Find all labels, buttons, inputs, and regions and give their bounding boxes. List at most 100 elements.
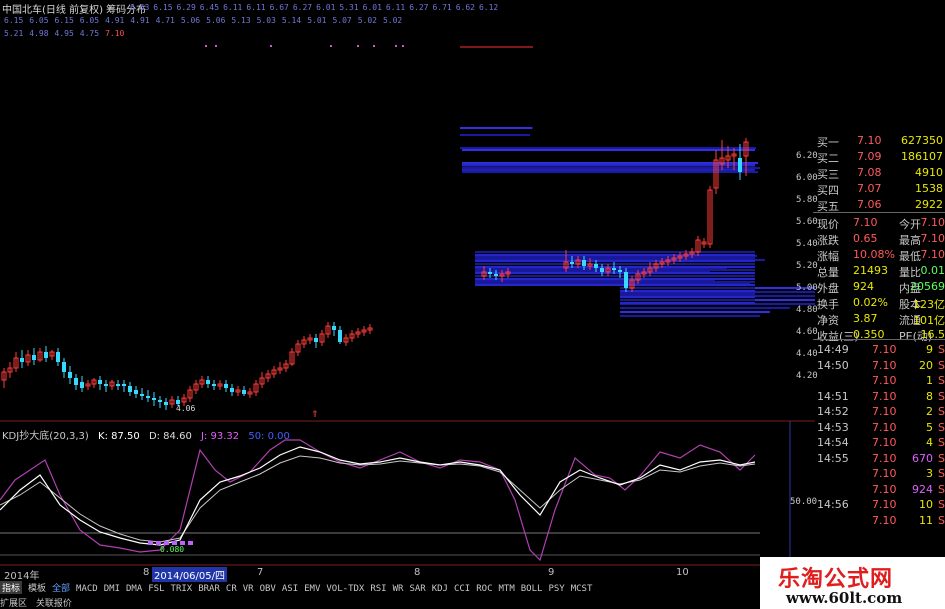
bid-volume: 2922 xyxy=(915,198,943,211)
tab-rsi[interactable]: RSI xyxy=(370,584,386,594)
tab-cr[interactable]: CR xyxy=(226,584,237,594)
bid-volume: 1538 xyxy=(915,182,943,195)
bid-row[interactable]: 买五 7.06 2922 xyxy=(815,197,945,213)
tab-dma[interactable]: DMA xyxy=(126,584,142,594)
tab-roc[interactable]: ROC xyxy=(476,584,492,594)
tab-sar[interactable]: SAR xyxy=(409,584,425,594)
tab-obv[interactable]: OBV xyxy=(260,584,276,594)
tab-brar[interactable]: BRAR xyxy=(198,584,220,594)
tick-volume: 3 xyxy=(926,467,933,480)
tick-side: S xyxy=(938,405,945,418)
bid-row[interactable]: 买四 7.07 1538 xyxy=(815,181,945,197)
candle-body xyxy=(618,270,622,272)
tick-row: 14:56 7.10 10 S xyxy=(815,498,945,513)
kdj-name: KDJ抄大底(20,3,3) xyxy=(2,431,89,442)
date-year: 2014年 xyxy=(4,571,40,582)
bid-row[interactable]: 买一 7.10 627350 xyxy=(815,133,945,149)
tick-price: 7.10 xyxy=(872,405,897,418)
candle-body xyxy=(68,372,72,378)
candle-body xyxy=(128,386,132,392)
tab-全部[interactable]: 全部 xyxy=(52,581,70,594)
related-quotes-button[interactable]: 关联报价 xyxy=(36,599,72,609)
tick-side: S xyxy=(938,374,945,387)
candle-body xyxy=(140,394,144,396)
bid-volume: 4910 xyxy=(915,166,943,179)
tick-row: 14:50 7.10 20 S xyxy=(815,359,945,374)
candle-body xyxy=(98,380,102,384)
kdj-j-line xyxy=(0,439,756,562)
date-month-10: 10 xyxy=(676,567,689,578)
tick-volume: 8 xyxy=(926,389,933,403)
kdj-header: KDJ抄大底(20,3,3) K: 87.50 D: 84.60 J: 93.3… xyxy=(2,427,296,442)
tab-cci[interactable]: CCI xyxy=(454,584,470,594)
tab-vr[interactable]: VR xyxy=(243,584,254,594)
tick-price: 7.10 xyxy=(872,389,897,403)
stat-row: 涨幅 10.08% 最低 7.10 xyxy=(815,247,945,263)
bid-label: 买二 xyxy=(817,152,839,165)
stat-value: 123亿 xyxy=(913,298,945,311)
candle-body xyxy=(122,384,126,386)
tab-wr[interactable]: WR xyxy=(393,584,404,594)
bid-row[interactable]: 买三 7.08 4910 xyxy=(815,165,945,181)
extension-area-button[interactable]: 扩展区 xyxy=(0,599,27,609)
candle-body xyxy=(164,402,168,405)
date-selected: 2014/06/05/四 xyxy=(152,567,228,582)
tab-emv[interactable]: EMV xyxy=(304,584,320,594)
tab-asi[interactable]: ASI xyxy=(282,584,298,594)
bid-price: 7.10 xyxy=(857,134,882,147)
kline-chart[interactable]: ⇑ xyxy=(0,0,815,580)
candle-body xyxy=(44,352,48,358)
tab-mtm[interactable]: MTM xyxy=(499,584,515,594)
signal-marker xyxy=(373,45,375,47)
tick-side: S xyxy=(938,482,945,496)
tick-time: 14:55 xyxy=(817,451,849,465)
tick-volume: 5 xyxy=(926,420,933,434)
tab-psy[interactable]: PSY xyxy=(548,584,564,594)
tab-kdj[interactable]: KDJ xyxy=(432,584,448,594)
candle-body xyxy=(80,382,84,388)
tab-trix[interactable]: TRIX xyxy=(171,584,193,594)
stat-label: 总量 xyxy=(817,266,839,279)
candle-body xyxy=(600,268,604,272)
stat-value: 7.10 xyxy=(920,216,945,229)
stat-label: 量比 xyxy=(899,266,921,279)
tab-macd[interactable]: MACD xyxy=(76,584,98,594)
tick-price: 7.10 xyxy=(872,467,897,480)
candle-body xyxy=(206,380,210,384)
tick-price: 7.10 xyxy=(872,420,897,434)
kdj-low-label: 0.080 xyxy=(160,545,185,554)
tab-指标[interactable]: 指标 xyxy=(0,581,23,594)
candle-body xyxy=(338,330,342,342)
bid-row[interactable]: 买二 7.09 186107 xyxy=(815,149,945,165)
bid-price: 7.07 xyxy=(857,182,882,195)
bid-price: 7.09 xyxy=(857,150,882,163)
bid-label: 买三 xyxy=(817,168,839,181)
stat-row: 外盘 924 内盘 20569 xyxy=(815,279,945,295)
stat-label: 今开 xyxy=(899,218,921,231)
stat-row: 收益(三) 0.350 PE(动) 16.5 xyxy=(815,327,945,343)
kdj-j-value: J: 93.32 xyxy=(201,431,240,442)
tab-boll[interactable]: BOLL xyxy=(521,584,543,594)
tick-row: 14:51 7.10 8 S xyxy=(815,390,945,405)
tick-side: S xyxy=(938,420,945,434)
tick-volume: 1 xyxy=(926,374,933,387)
candle-body xyxy=(32,355,36,360)
tab-模板[interactable]: 模板 xyxy=(28,581,46,594)
stat-row: 换手 0.02% 股本 123亿 xyxy=(815,295,945,311)
date-axis: 2014年 8 2014/06/05/四 7 8 9 10 xyxy=(0,567,760,582)
tick-side: S xyxy=(938,451,945,465)
kdj-k-line xyxy=(0,446,756,546)
tick-row: 7.10 1 S xyxy=(815,374,945,389)
tab-fsl[interactable]: FSL xyxy=(148,584,164,594)
candle-body xyxy=(152,398,156,400)
candle-body xyxy=(738,158,742,172)
tab-mcst[interactable]: MCST xyxy=(571,584,593,594)
stat-value: 20569 xyxy=(910,280,945,293)
signal-marker xyxy=(357,45,359,47)
candle-body xyxy=(314,338,318,342)
tab-dmi[interactable]: DMI xyxy=(104,584,120,594)
tick-price: 7.10 xyxy=(872,436,897,449)
tick-row: 7.10 11 S xyxy=(815,514,945,529)
tick-row: 14:55 7.10 670 S xyxy=(815,452,945,467)
tab-vol-tdx[interactable]: VOL-TDX xyxy=(326,584,364,594)
